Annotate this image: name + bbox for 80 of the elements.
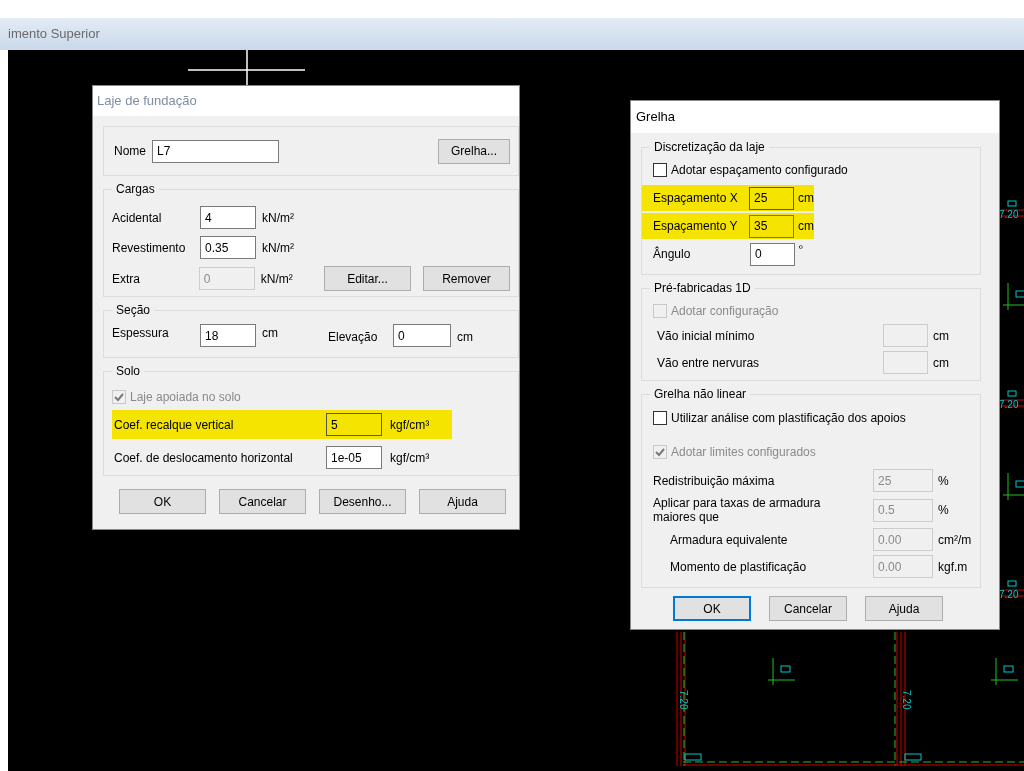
dimension-label: 7.20 — [999, 589, 1019, 600]
dialog-button[interactable]: Ajuda — [419, 489, 506, 514]
field-label: Espaçamento Y — [653, 218, 739, 235]
check-icon — [114, 392, 124, 402]
unit-label: kgf/cm³ — [390, 449, 430, 467]
unit-label: kN/m² — [262, 239, 295, 257]
input-field[interactable]: 1e-05 — [326, 446, 382, 469]
checkbox[interactable] — [653, 163, 667, 177]
group-title: Discretização da laje — [650, 139, 769, 155]
input-field[interactable]: 5 — [326, 413, 382, 436]
unit-label: cm²/m — [938, 531, 972, 549]
dimension-label: 7.20 — [901, 690, 912, 710]
dialog-button[interactable]: Cancelar — [769, 596, 847, 621]
checkbox-label: Adotar espaçamento configurado — [671, 162, 848, 179]
unit-label: cm — [798, 218, 814, 235]
field-label: Coef. de deslocamento horizontal — [114, 449, 294, 467]
unit-label: º — [799, 242, 803, 256]
dialog-button[interactable]: Grelha... — [438, 138, 510, 164]
checkbox-label: Laje apoiada no solo — [130, 389, 241, 406]
field-label: Coef. recalque vertical — [114, 416, 235, 434]
dialog-button[interactable]: Remover — [423, 266, 510, 291]
beam-drawing — [1000, 390, 1024, 407]
field-label: Vão entre nervuras — [656, 354, 761, 372]
checkbox[interactable] — [653, 411, 667, 425]
unit-label: kN/m² — [262, 209, 295, 227]
field-label: Ângulo — [653, 245, 692, 263]
field-label: Nome — [114, 143, 146, 160]
unit-label: % — [938, 472, 949, 490]
input-field[interactable]: 0 — [750, 242, 795, 266]
dialog-button[interactable]: Ajuda — [865, 596, 943, 621]
input-field[interactable]: 35 — [749, 214, 794, 238]
unit-label: kgf.m — [938, 558, 968, 576]
unit-label: cm — [933, 354, 949, 372]
beam-drawing — [1000, 200, 1024, 217]
checkbox-label: Adotar configuração — [671, 303, 779, 320]
field-label: Acidental — [112, 209, 163, 227]
field-label: Armadura equivalente — [670, 532, 789, 547]
unit-label: kN/m² — [260, 270, 294, 288]
dialog-button[interactable]: Desenho... — [319, 489, 406, 514]
checkbox-label: Adotar limites configurados — [671, 444, 816, 461]
window-title: imento Superior — [8, 25, 100, 44]
input-field[interactable]: 0.35 — [200, 236, 256, 259]
field-label: Vão inicial mínimo — [656, 327, 756, 345]
unit-label: cm — [262, 325, 279, 342]
field-label: Revestimento — [112, 239, 187, 257]
input-field[interactable]: 0 — [393, 324, 451, 347]
unit-label: % — [938, 502, 949, 519]
field-label: Aplicar para taxas de armadura maiores que — [653, 496, 822, 524]
dialog-title: Laje de fundação — [97, 92, 197, 111]
dimension-label: 7.20 — [999, 399, 1019, 410]
axis-symbol-icon — [990, 657, 1019, 686]
unit-label: kgf/cm³ — [390, 416, 430, 434]
unit-label: cm — [933, 327, 949, 345]
field-label: Elevação — [328, 329, 379, 346]
beam-drawing — [1000, 580, 1024, 597]
dialog-button[interactable]: OK — [119, 489, 206, 514]
input-field[interactable]: L7 — [152, 139, 279, 163]
dialog-button[interactable]: OK — [673, 596, 751, 621]
input-field[interactable]: 4 — [200, 206, 256, 229]
axis-symbol-icon — [1002, 472, 1024, 501]
input-field[interactable]: 18 — [200, 324, 256, 347]
group-title: Cargas — [112, 181, 159, 197]
field-label: Extra — [112, 270, 141, 288]
input-field[interactable]: 25 — [749, 186, 794, 210]
unit-label: cm — [798, 190, 814, 207]
axis-symbol-icon — [1002, 282, 1024, 311]
check-icon — [655, 447, 665, 457]
dimension-label: 7.20 — [999, 209, 1019, 220]
dimension-label: 7.20 — [678, 690, 689, 710]
dialog-title: Grelha — [636, 108, 676, 127]
field-label: Espessura — [112, 325, 170, 342]
axis-symbol-icon — [767, 657, 796, 686]
field-label: Redistribuição máxima — [653, 473, 776, 488]
field-label: Momento de plastificação — [670, 559, 808, 574]
unit-label: cm — [457, 329, 473, 346]
dialog-button[interactable]: Cancelar — [219, 489, 306, 514]
dialog-button[interactable]: Editar... — [324, 266, 411, 291]
checkbox-label: Utilizar análise com plastificação dos apoios — [671, 410, 906, 427]
field-label: Espaçamento X — [653, 190, 739, 207]
group-title: Seção — [112, 302, 155, 318]
